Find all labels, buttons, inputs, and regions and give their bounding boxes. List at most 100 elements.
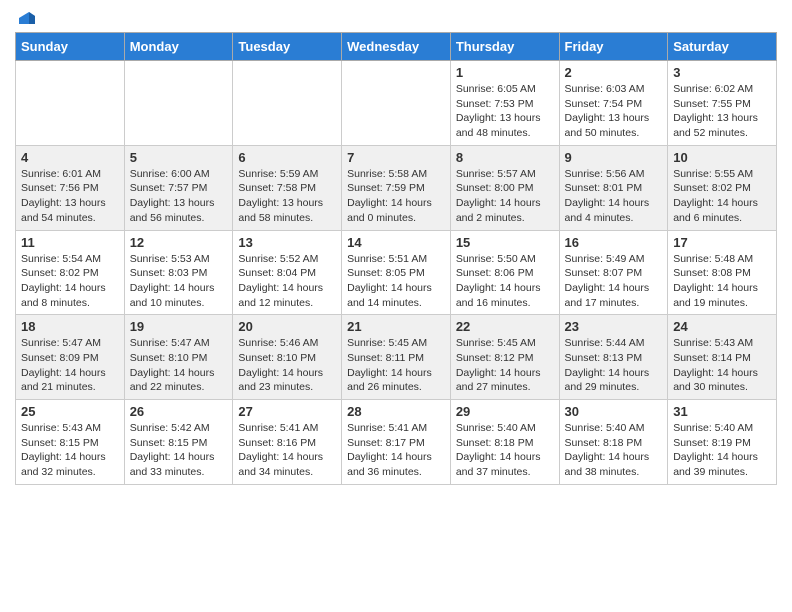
day-info: Sunrise: 6:03 AMSunset: 7:54 PMDaylight:… <box>565 82 663 141</box>
calendar-cell: 7 Sunrise: 5:58 AMSunset: 7:59 PMDaylight… <box>342 145 451 230</box>
day-number: 24 <box>673 319 771 334</box>
calendar-cell: 27 Sunrise: 5:41 AMSunset: 8:16 PMDayligh… <box>233 400 342 485</box>
calendar-cell: 25 Sunrise: 5:43 AMSunset: 8:15 PMDayligh… <box>16 400 125 485</box>
day-number: 2 <box>565 65 663 80</box>
calendar-cell: 29 Sunrise: 5:40 AMSunset: 8:18 PMDayligh… <box>450 400 559 485</box>
calendar-cell: 19 Sunrise: 5:47 AMSunset: 8:10 PMDayligh… <box>124 315 233 400</box>
logo <box>15 10 37 24</box>
calendar-table: SundayMondayTuesdayWednesdayThursdayFrid… <box>15 32 777 485</box>
day-number: 11 <box>21 235 119 250</box>
day-number: 14 <box>347 235 445 250</box>
day-info: Sunrise: 5:40 AMSunset: 8:18 PMDaylight:… <box>565 421 663 480</box>
day-info: Sunrise: 5:47 AMSunset: 8:10 PMDaylight:… <box>130 336 228 395</box>
day-info: Sunrise: 5:48 AMSunset: 8:08 PMDaylight:… <box>673 252 771 311</box>
calendar-cell: 15 Sunrise: 5:50 AMSunset: 8:06 PMDayligh… <box>450 230 559 315</box>
calendar-week-3: 11 Sunrise: 5:54 AMSunset: 8:02 PMDayligh… <box>16 230 777 315</box>
day-info: Sunrise: 5:45 AMSunset: 8:11 PMDaylight:… <box>347 336 445 395</box>
calendar-week-2: 4 Sunrise: 6:01 AMSunset: 7:56 PMDaylight… <box>16 145 777 230</box>
day-number: 23 <box>565 319 663 334</box>
day-info: Sunrise: 5:44 AMSunset: 8:13 PMDaylight:… <box>565 336 663 395</box>
col-header-saturday: Saturday <box>668 33 777 61</box>
day-number: 4 <box>21 150 119 165</box>
day-info: Sunrise: 5:54 AMSunset: 8:02 PMDaylight:… <box>21 252 119 311</box>
day-info: Sunrise: 5:45 AMSunset: 8:12 PMDaylight:… <box>456 336 554 395</box>
day-number: 22 <box>456 319 554 334</box>
calendar-cell: 8 Sunrise: 5:57 AMSunset: 8:00 PMDaylight… <box>450 145 559 230</box>
day-number: 29 <box>456 404 554 419</box>
day-info: Sunrise: 5:49 AMSunset: 8:07 PMDaylight:… <box>565 252 663 311</box>
day-info: Sunrise: 5:46 AMSunset: 8:10 PMDaylight:… <box>238 336 336 395</box>
calendar-cell: 3Sunrise: 6:02 AMSunset: 7:55 PMDaylight… <box>668 61 777 146</box>
calendar-cell: 12 Sunrise: 5:53 AMSunset: 8:03 PMDayligh… <box>124 230 233 315</box>
calendar-week-5: 25 Sunrise: 5:43 AMSunset: 8:15 PMDayligh… <box>16 400 777 485</box>
day-number: 17 <box>673 235 771 250</box>
calendar-cell: 20 Sunrise: 5:46 AMSunset: 8:10 PMDayligh… <box>233 315 342 400</box>
day-info: Sunrise: 5:42 AMSunset: 8:15 PMDaylight:… <box>130 421 228 480</box>
day-number: 15 <box>456 235 554 250</box>
day-number: 18 <box>21 319 119 334</box>
day-number: 25 <box>21 404 119 419</box>
calendar-cell: 31Sunrise: 5:40 AMSunset: 8:19 PMDayligh… <box>668 400 777 485</box>
day-number: 19 <box>130 319 228 334</box>
day-info: Sunrise: 5:53 AMSunset: 8:03 PMDaylight:… <box>130 252 228 311</box>
day-info: Sunrise: 5:58 AMSunset: 7:59 PMDaylight:… <box>347 167 445 226</box>
day-number: 13 <box>238 235 336 250</box>
page-header <box>15 10 777 24</box>
calendar-cell <box>124 61 233 146</box>
day-info: Sunrise: 5:55 AMSunset: 8:02 PMDaylight:… <box>673 167 771 226</box>
calendar-cell: 16 Sunrise: 5:49 AMSunset: 8:07 PMDayligh… <box>559 230 668 315</box>
calendar-week-1: 1Sunrise: 6:05 AMSunset: 7:53 PMDaylight… <box>16 61 777 146</box>
day-number: 28 <box>347 404 445 419</box>
logo-icon <box>17 10 37 26</box>
day-info: Sunrise: 5:56 AMSunset: 8:01 PMDaylight:… <box>565 167 663 226</box>
day-number: 8 <box>456 150 554 165</box>
col-header-tuesday: Tuesday <box>233 33 342 61</box>
calendar-cell: 30 Sunrise: 5:40 AMSunset: 8:18 PMDayligh… <box>559 400 668 485</box>
day-info: Sunrise: 5:57 AMSunset: 8:00 PMDaylight:… <box>456 167 554 226</box>
day-number: 27 <box>238 404 336 419</box>
calendar-cell: 5 Sunrise: 6:00 AMSunset: 7:57 PMDaylight… <box>124 145 233 230</box>
calendar-cell <box>342 61 451 146</box>
calendar-cell: 14Sunrise: 5:51 AMSunset: 8:05 PMDayligh… <box>342 230 451 315</box>
calendar-cell: 22 Sunrise: 5:45 AMSunset: 8:12 PMDayligh… <box>450 315 559 400</box>
day-info: Sunrise: 5:41 AMSunset: 8:16 PMDaylight:… <box>238 421 336 480</box>
calendar-cell: 10 Sunrise: 5:55 AMSunset: 8:02 PMDayligh… <box>668 145 777 230</box>
day-number: 9 <box>565 150 663 165</box>
calendar-cell: 9 Sunrise: 5:56 AMSunset: 8:01 PMDaylight… <box>559 145 668 230</box>
day-number: 12 <box>130 235 228 250</box>
calendar-cell: 26Sunrise: 5:42 AMSunset: 8:15 PMDayligh… <box>124 400 233 485</box>
col-header-friday: Friday <box>559 33 668 61</box>
day-number: 10 <box>673 150 771 165</box>
calendar-cell: 6 Sunrise: 5:59 AMSunset: 7:58 PMDaylight… <box>233 145 342 230</box>
day-info: Sunrise: 6:00 AMSunset: 7:57 PMDaylight:… <box>130 167 228 226</box>
calendar-cell: 24Sunrise: 5:43 AMSunset: 8:14 PMDayligh… <box>668 315 777 400</box>
calendar-cell: 1Sunrise: 6:05 AMSunset: 7:53 PMDaylight… <box>450 61 559 146</box>
day-info: Sunrise: 6:02 AMSunset: 7:55 PMDaylight:… <box>673 82 771 141</box>
calendar-cell: 23 Sunrise: 5:44 AMSunset: 8:13 PMDayligh… <box>559 315 668 400</box>
day-info: Sunrise: 5:43 AMSunset: 8:15 PMDaylight:… <box>21 421 119 480</box>
calendar-cell: 13 Sunrise: 5:52 AMSunset: 8:04 PMDayligh… <box>233 230 342 315</box>
day-number: 20 <box>238 319 336 334</box>
col-header-monday: Monday <box>124 33 233 61</box>
day-info: Sunrise: 6:05 AMSunset: 7:53 PMDaylight:… <box>456 82 554 141</box>
calendar-cell: 21Sunrise: 5:45 AMSunset: 8:11 PMDayligh… <box>342 315 451 400</box>
day-number: 5 <box>130 150 228 165</box>
calendar-cell: 4 Sunrise: 6:01 AMSunset: 7:56 PMDaylight… <box>16 145 125 230</box>
calendar-cell: 17 Sunrise: 5:48 AMSunset: 8:08 PMDayligh… <box>668 230 777 315</box>
day-number: 30 <box>565 404 663 419</box>
calendar-header-row: SundayMondayTuesdayWednesdayThursdayFrid… <box>16 33 777 61</box>
day-info: Sunrise: 5:40 AMSunset: 8:18 PMDaylight:… <box>456 421 554 480</box>
day-number: 7 <box>347 150 445 165</box>
day-info: Sunrise: 5:41 AMSunset: 8:17 PMDaylight:… <box>347 421 445 480</box>
day-info: Sunrise: 6:01 AMSunset: 7:56 PMDaylight:… <box>21 167 119 226</box>
day-number: 16 <box>565 235 663 250</box>
day-info: Sunrise: 5:47 AMSunset: 8:09 PMDaylight:… <box>21 336 119 395</box>
col-header-wednesday: Wednesday <box>342 33 451 61</box>
day-info: Sunrise: 5:52 AMSunset: 8:04 PMDaylight:… <box>238 252 336 311</box>
day-info: Sunrise: 5:59 AMSunset: 7:58 PMDaylight:… <box>238 167 336 226</box>
day-info: Sunrise: 5:40 AMSunset: 8:19 PMDaylight:… <box>673 421 771 480</box>
calendar-cell: 28 Sunrise: 5:41 AMSunset: 8:17 PMDayligh… <box>342 400 451 485</box>
day-number: 6 <box>238 150 336 165</box>
calendar-cell: 2 Sunrise: 6:03 AMSunset: 7:54 PMDaylight… <box>559 61 668 146</box>
day-info: Sunrise: 5:50 AMSunset: 8:06 PMDaylight:… <box>456 252 554 311</box>
